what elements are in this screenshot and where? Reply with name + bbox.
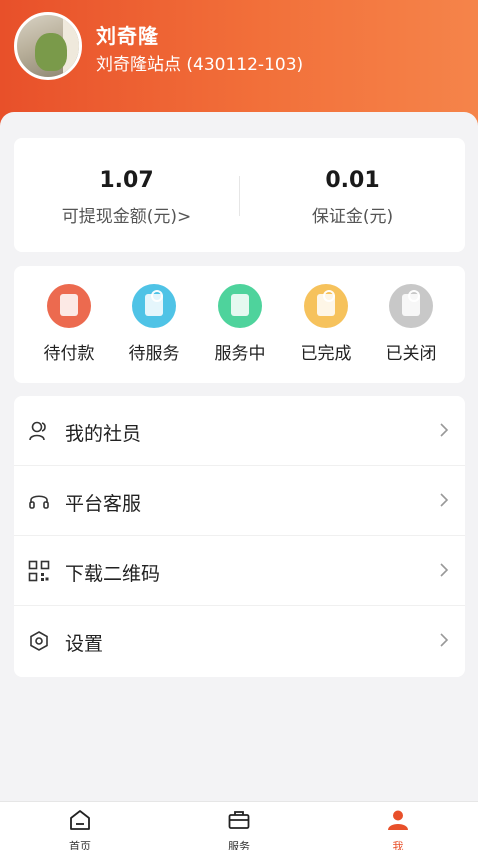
menu-item-support[interactable]: 平台客服 xyxy=(14,466,465,536)
chevron-right-icon xyxy=(440,493,449,507)
order-label: 待付款 xyxy=(43,344,95,364)
members-icon xyxy=(29,421,46,441)
deposit-amount: 0.01 保证金(元) xyxy=(240,138,465,252)
menu-label: 我的社员 xyxy=(65,423,142,445)
check-doc-icon xyxy=(304,284,348,328)
chevron-right-icon xyxy=(440,633,449,647)
avatar-photo xyxy=(35,33,67,71)
chevron-right-icon xyxy=(440,563,449,577)
order-completed[interactable]: 已完成 xyxy=(283,284,369,364)
withdrawable-amount[interactable]: 1.07 可提现金额(元)> xyxy=(14,138,239,252)
order-pending-payment[interactable]: 待付款 xyxy=(26,284,112,364)
deposit-value: 0.01 xyxy=(325,168,380,193)
menu-label: 设置 xyxy=(65,633,104,655)
station-info: 刘奇隆站点 (430112-103) xyxy=(96,55,304,75)
tab-home[interactable]: 首页 xyxy=(30,802,130,850)
qrcode-icon xyxy=(28,560,50,582)
menu-item-qrcode[interactable]: 下载二维码 xyxy=(14,536,465,606)
order-status-card: 待付款 待服务 服务中 已完成 已关闭 xyxy=(14,266,465,383)
menu-card: 我的社员 平台客服 下载二维码 设置 xyxy=(14,396,465,677)
close-doc-icon xyxy=(389,284,433,328)
withdrawable-label: 可提现金额(元)> xyxy=(61,207,192,227)
settings-hex-icon xyxy=(30,631,48,651)
order-in-service[interactable]: 服务中 xyxy=(197,284,283,364)
tab-me[interactable]: 我 xyxy=(348,802,448,850)
profile-icon xyxy=(388,810,408,830)
clock-doc-icon xyxy=(132,284,176,328)
home-icon xyxy=(70,810,90,830)
menu-item-settings[interactable]: 设置 xyxy=(14,606,465,676)
tab-label: 我 xyxy=(392,840,404,850)
order-label: 待服务 xyxy=(128,344,180,364)
chat-doc-icon xyxy=(218,284,262,328)
order-closed[interactable]: 已关闭 xyxy=(368,284,454,364)
chevron-right-icon xyxy=(440,423,449,437)
briefcase-icon xyxy=(228,811,250,829)
avatar[interactable] xyxy=(14,12,82,80)
balance-card: 1.07 可提现金额(元)> 0.01 保证金(元) xyxy=(14,138,465,252)
headset-icon xyxy=(29,495,49,509)
order-pending-service[interactable]: 待服务 xyxy=(111,284,197,364)
bottom-tab-bar: 首页 服务 我 xyxy=(0,801,478,850)
order-label: 已完成 xyxy=(300,344,352,364)
tab-service[interactable]: 服务 xyxy=(189,802,289,850)
tab-label: 服务 xyxy=(228,840,250,850)
deposit-label: 保证金(元) xyxy=(311,207,394,227)
withdrawable-value: 1.07 xyxy=(99,168,154,193)
menu-item-members[interactable]: 我的社员 xyxy=(14,396,465,466)
wallet-icon xyxy=(47,284,91,328)
menu-label: 平台客服 xyxy=(65,493,142,515)
tab-label: 首页 xyxy=(69,840,91,850)
menu-label: 下载二维码 xyxy=(65,563,161,585)
order-label: 已关闭 xyxy=(385,344,437,364)
order-label: 服务中 xyxy=(214,344,266,364)
user-name: 刘奇隆 xyxy=(96,24,159,48)
